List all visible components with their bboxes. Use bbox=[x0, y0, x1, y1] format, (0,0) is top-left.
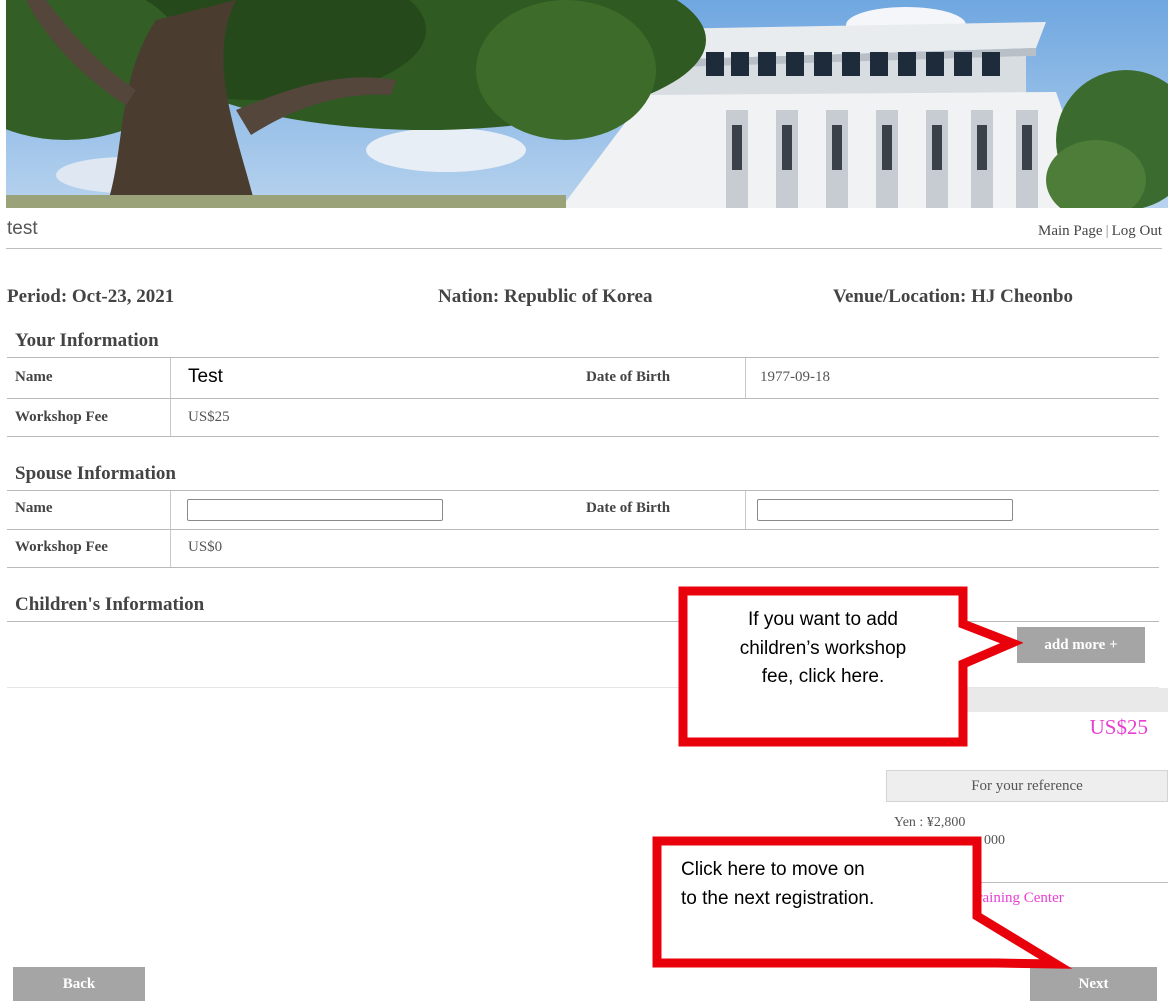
your-info-rule-mid bbox=[7, 398, 1159, 399]
header-divider bbox=[6, 248, 1162, 249]
spouse-fee-label: Workshop Fee bbox=[15, 539, 108, 555]
spouse-info-rule-bottom bbox=[7, 567, 1159, 568]
spouse-info-rule-mid bbox=[7, 529, 1159, 530]
main-page-link[interactable]: Main Page bbox=[1038, 223, 1103, 239]
children-info-title: Children's Information bbox=[15, 594, 205, 615]
your-dob-label: Date of Birth bbox=[586, 369, 671, 385]
add-more-button[interactable]: add more + bbox=[1017, 627, 1145, 663]
add-more-callout-line-3: fee, click here. bbox=[761, 666, 885, 687]
nation-text: Nation: Republic of Korea bbox=[438, 286, 653, 307]
header-banner bbox=[6, 0, 1168, 208]
spouse-info-col-divider-2 bbox=[745, 491, 746, 529]
nav-separator: | bbox=[1105, 223, 1109, 239]
spouse-fee-value: US$0 bbox=[188, 539, 223, 555]
add-more-callout-line-2: children’s workshop bbox=[739, 637, 907, 659]
venue-text: Venue/Location: HJ Cheonbo bbox=[833, 286, 1073, 307]
spouse-name-label: Name bbox=[15, 500, 53, 516]
spouse-info-rule-top bbox=[7, 490, 1159, 491]
logout-link[interactable]: Log Out bbox=[1112, 223, 1162, 239]
spouse-info-title: Spouse Information bbox=[15, 463, 176, 484]
spouse-dob-label: Date of Birth bbox=[586, 500, 671, 516]
next-callout-line-1: Click here to move on bbox=[681, 859, 865, 880]
your-info-title: Your Information bbox=[15, 330, 159, 351]
spouse-dob-input[interactable] bbox=[757, 499, 1013, 521]
your-fee-value: US$25 bbox=[188, 409, 230, 425]
your-info-rule-bottom bbox=[7, 436, 1159, 437]
next-callout-line-2: to the next registration. bbox=[681, 887, 875, 909]
spouse-name-input[interactable] bbox=[187, 499, 443, 521]
reference-header: For your reference bbox=[886, 770, 1168, 802]
your-info-col-divider-2 bbox=[745, 358, 746, 398]
next-callout-text: Click here to move on to the next regist… bbox=[681, 856, 981, 913]
banner-building-illustration bbox=[6, 0, 1168, 208]
next-button[interactable]: Next bbox=[1030, 967, 1157, 1001]
top-nav-links: Main Page | Log Out bbox=[1038, 223, 1162, 240]
reference-yen: Yen : ¥2,800 bbox=[894, 815, 966, 830]
period-text: Period: Oct-23, 2021 bbox=[7, 286, 175, 307]
your-info-col-divider bbox=[170, 358, 171, 436]
add-more-callout-text: If you want to add children’s workshop f… bbox=[702, 606, 944, 692]
add-more-callout-line-1: If you want to add bbox=[748, 609, 898, 630]
site-title: test bbox=[7, 218, 38, 239]
your-info-rule-top bbox=[7, 357, 1159, 358]
your-dob-value: 1977-09-18 bbox=[760, 369, 830, 385]
your-fee-label: Workshop Fee bbox=[15, 409, 108, 425]
amount-to-pay-value: US$25 bbox=[1089, 715, 1148, 739]
your-name-value: Test bbox=[188, 366, 223, 387]
your-name-label: Name bbox=[15, 369, 53, 385]
back-button[interactable]: Back bbox=[13, 967, 145, 1001]
